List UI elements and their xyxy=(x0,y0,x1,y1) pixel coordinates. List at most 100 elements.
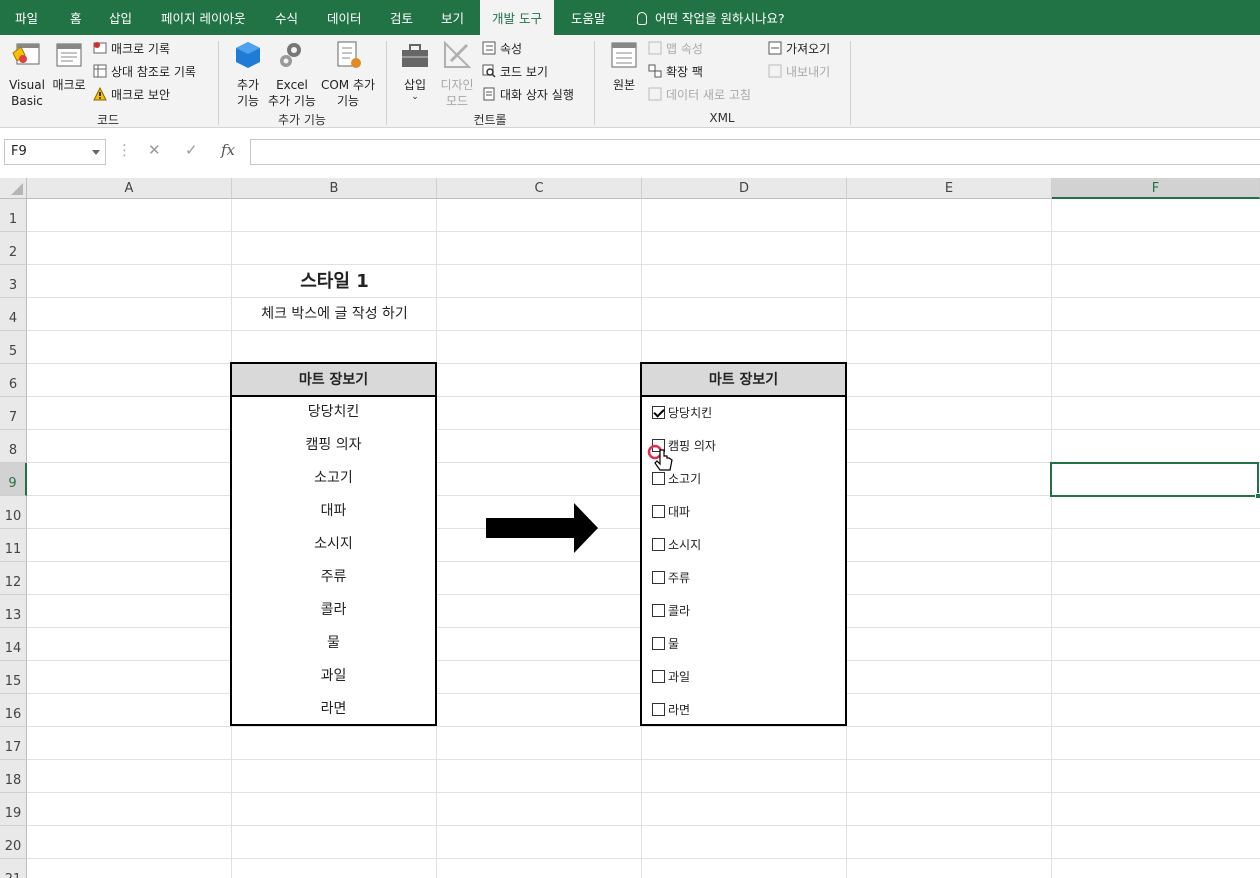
run-dialog-button[interactable]: 대화 상자 실행 xyxy=(482,85,574,105)
expansion-packs-button[interactable]: 확장 팩 xyxy=(648,62,703,82)
chevron-down-icon[interactable] xyxy=(92,150,100,155)
map-properties-button[interactable]: 맵 속성 xyxy=(648,39,703,59)
macro-security-button[interactable]: 매크로 보안 xyxy=(93,85,170,105)
tab-insert[interactable]: 삽입 xyxy=(109,0,132,35)
left-table-item[interactable]: 과일 xyxy=(232,661,435,694)
checkbox-unchecked[interactable] xyxy=(652,505,665,518)
xml-source-button[interactable]: 원본 xyxy=(604,39,644,93)
macro-button[interactable]: 매크로 xyxy=(50,39,88,93)
checkbox-item[interactable]: 당당치킨 xyxy=(652,405,712,421)
cancel-icon[interactable]: ✕ xyxy=(148,141,161,159)
select-all-button[interactable] xyxy=(0,178,27,199)
row-header-4[interactable]: 4 xyxy=(0,298,27,331)
left-table-item[interactable]: 라면 xyxy=(232,694,435,727)
checkbox-unchecked[interactable] xyxy=(652,571,665,584)
sheet-title[interactable]: 스타일 1 xyxy=(232,267,437,293)
checkbox-item[interactable]: 소시지 xyxy=(652,537,701,553)
macro-security-label: 매크로 보안 xyxy=(111,88,171,102)
row-header-7[interactable]: 7 xyxy=(0,397,27,430)
column-header-a[interactable]: A xyxy=(27,178,232,199)
row-header-16[interactable]: 16 xyxy=(0,694,27,727)
checkbox-item[interactable]: 콜라 xyxy=(652,603,690,619)
checkbox-unchecked[interactable] xyxy=(652,703,665,716)
visual-basic-button[interactable]: Visual Basic xyxy=(6,39,48,109)
tab-help[interactable]: 도움말 xyxy=(571,0,606,35)
row-header-17[interactable]: 17 xyxy=(0,727,27,760)
tab-data[interactable]: 데이터 xyxy=(327,0,362,35)
row-header-9[interactable]: 9 xyxy=(0,463,27,496)
view-code-button[interactable]: 코드 보기 xyxy=(482,62,548,82)
left-table-item[interactable]: 콜라 xyxy=(232,595,435,628)
left-table-item[interactable]: 캠핑 의자 xyxy=(232,430,435,463)
tab-view[interactable]: 보기 xyxy=(441,0,464,35)
right-checklist-table[interactable]: 마트 장보기 당당치킨 캠핑 의자 소고기 대파 소시지 주류 콜라 물 과일 라면 xyxy=(640,362,847,726)
checkbox-item[interactable]: 주류 xyxy=(652,570,690,586)
checkbox-item[interactable]: 물 xyxy=(652,636,679,652)
left-table-item[interactable]: 소고기 xyxy=(232,463,435,496)
right-arrow-shape[interactable] xyxy=(486,503,598,553)
properties-button[interactable]: 속성 xyxy=(482,39,522,59)
column-header-e[interactable]: E xyxy=(847,178,1052,199)
row-header-2[interactable]: 2 xyxy=(0,232,27,265)
row-header-5[interactable]: 5 xyxy=(0,331,27,364)
formula-input[interactable] xyxy=(250,139,1260,165)
fill-handle[interactable] xyxy=(1255,493,1260,499)
enter-icon[interactable]: ✓ xyxy=(185,141,198,159)
checkbox-unchecked[interactable] xyxy=(652,670,665,683)
tab-home[interactable]: 홈 xyxy=(70,0,82,35)
left-table-item[interactable]: 소시지 xyxy=(232,529,435,562)
row-header-3[interactable]: 3 xyxy=(0,265,27,298)
record-macro-button[interactable]: 매크로 기록 xyxy=(93,39,170,59)
row-header-20[interactable]: 20 xyxy=(0,826,27,859)
checkbox-checked[interactable] xyxy=(652,406,665,419)
column-header-d[interactable]: D xyxy=(642,178,847,199)
tab-page-layout[interactable]: 페이지 레이아웃 xyxy=(161,0,245,35)
refresh-data-button[interactable]: 데이터 새로 고침 xyxy=(648,85,751,105)
checkbox-unchecked[interactable] xyxy=(652,538,665,551)
left-shopping-table[interactable]: 마트 장보기 당당치킨 캠핑 의자 소고기 대파 소시지 주류 콜라 물 과일 라면 xyxy=(230,362,437,726)
import-button[interactable]: 가져오기 xyxy=(768,39,830,59)
worksheet-grid[interactable]: A B C D E F 스타일 1 체크 박스에 글 작성 하기 마트 장보기 … xyxy=(0,178,1260,878)
sheet-subtitle[interactable]: 체크 박스에 글 작성 하기 xyxy=(232,303,437,323)
tell-me-box[interactable]: 어떤 작업을 원하시나요? xyxy=(637,0,785,35)
export-button[interactable]: 내보내기 xyxy=(768,62,830,82)
excel-addins-button[interactable]: Excel 추가 기능 xyxy=(267,39,317,109)
row-header-21[interactable]: 21 xyxy=(0,859,27,878)
row-header-1[interactable]: 1 xyxy=(0,199,27,232)
left-table-item[interactable]: 물 xyxy=(232,628,435,661)
column-header-f[interactable]: F xyxy=(1052,178,1260,199)
selected-cell-f9[interactable] xyxy=(1050,462,1260,499)
relative-reference-button[interactable]: 상대 참조로 기록 xyxy=(93,62,196,82)
insert-function-icon[interactable]: fx xyxy=(221,141,235,159)
row-header-11[interactable]: 11 xyxy=(0,529,27,562)
row-header-12[interactable]: 12 xyxy=(0,562,27,595)
checkbox-unchecked[interactable] xyxy=(652,604,665,617)
insert-control-button[interactable]: 삽입 ⌄ xyxy=(396,39,434,102)
name-box[interactable]: F9 xyxy=(4,139,106,165)
row-header-8[interactable]: 8 xyxy=(0,430,27,463)
row-header-13[interactable]: 13 xyxy=(0,595,27,628)
checkbox-item[interactable]: 대파 xyxy=(652,504,690,520)
visual-basic-icon xyxy=(12,43,40,65)
tab-file[interactable]: 파일 xyxy=(15,0,38,35)
row-header-6[interactable]: 6 xyxy=(0,364,27,397)
row-header-19[interactable]: 19 xyxy=(0,793,27,826)
checkbox-item[interactable]: 과일 xyxy=(652,669,690,685)
checkbox-unchecked[interactable] xyxy=(652,637,665,650)
tab-review[interactable]: 검토 xyxy=(390,0,413,35)
row-header-15[interactable]: 15 xyxy=(0,661,27,694)
design-mode-button[interactable]: 디자인 모드 xyxy=(437,39,477,109)
row-header-10[interactable]: 10 xyxy=(0,496,27,529)
tab-formulas[interactable]: 수식 xyxy=(275,0,298,35)
left-table-item[interactable]: 대파 xyxy=(232,496,435,529)
left-table-item[interactable]: 당당치킨 xyxy=(232,397,435,430)
left-table-item[interactable]: 주류 xyxy=(232,562,435,595)
addins-button[interactable]: 추가 기능 xyxy=(228,39,268,109)
tab-developer[interactable]: 개발 도구 xyxy=(480,0,554,35)
column-header-b[interactable]: B xyxy=(232,178,437,199)
com-addins-button[interactable]: COM 추가 기능 xyxy=(320,39,376,109)
row-header-14[interactable]: 14 xyxy=(0,628,27,661)
row-header-18[interactable]: 18 xyxy=(0,760,27,793)
checkbox-item[interactable]: 라면 xyxy=(652,702,690,718)
column-header-c[interactable]: C xyxy=(437,178,642,199)
